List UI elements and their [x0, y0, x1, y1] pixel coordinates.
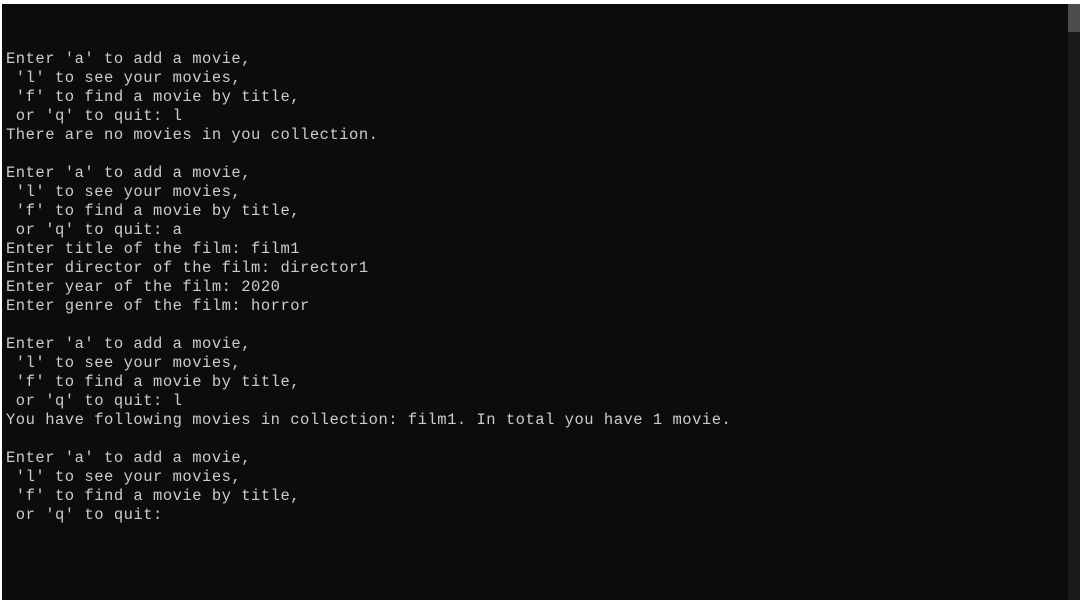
- terminal-line: or 'q' to quit: a: [6, 221, 1080, 240]
- terminal-line: 'l' to see your movies,: [6, 69, 1080, 88]
- terminal-line: Enter genre of the film: horror: [6, 297, 1080, 316]
- terminal-blank-line: [6, 316, 1080, 335]
- terminal-line: 'l' to see your movies,: [6, 354, 1080, 373]
- scrollbar-track[interactable]: [1068, 4, 1080, 600]
- terminal-line: 'f' to find a movie by title,: [6, 373, 1080, 392]
- terminal-line: Enter director of the film: director1: [6, 259, 1080, 278]
- terminal-window[interactable]: Enter 'a' to add a movie, 'l' to see you…: [2, 4, 1080, 600]
- terminal-line: or 'q' to quit: l: [6, 107, 1080, 126]
- terminal-line: Enter 'a' to add a movie,: [6, 335, 1080, 354]
- terminal-line: You have following movies in collection:…: [6, 411, 1080, 430]
- terminal-line: Enter title of the film: film1: [6, 240, 1080, 259]
- terminal-line: 'l' to see your movies,: [6, 468, 1080, 487]
- terminal-line: or 'q' to quit: l: [6, 392, 1080, 411]
- terminal-line: 'f' to find a movie by title,: [6, 487, 1080, 506]
- terminal-line: Enter 'a' to add a movie,: [6, 164, 1080, 183]
- terminal-line: There are no movies in you collection.: [6, 126, 1080, 145]
- terminal-line: 'l' to see your movies,: [6, 183, 1080, 202]
- terminal-output: Enter 'a' to add a movie, 'l' to see you…: [6, 50, 1080, 525]
- terminal-blank-line: [6, 145, 1080, 164]
- terminal-blank-line: [6, 430, 1080, 449]
- terminal-line: Enter year of the film: 2020: [6, 278, 1080, 297]
- terminal-line: Enter 'a' to add a movie,: [6, 449, 1080, 468]
- terminal-line: or 'q' to quit:: [6, 506, 1080, 525]
- terminal-line: 'f' to find a movie by title,: [6, 202, 1080, 221]
- scrollbar-thumb[interactable]: [1068, 4, 1080, 32]
- terminal-line: 'f' to find a movie by title,: [6, 88, 1080, 107]
- terminal-line: Enter 'a' to add a movie,: [6, 50, 1080, 69]
